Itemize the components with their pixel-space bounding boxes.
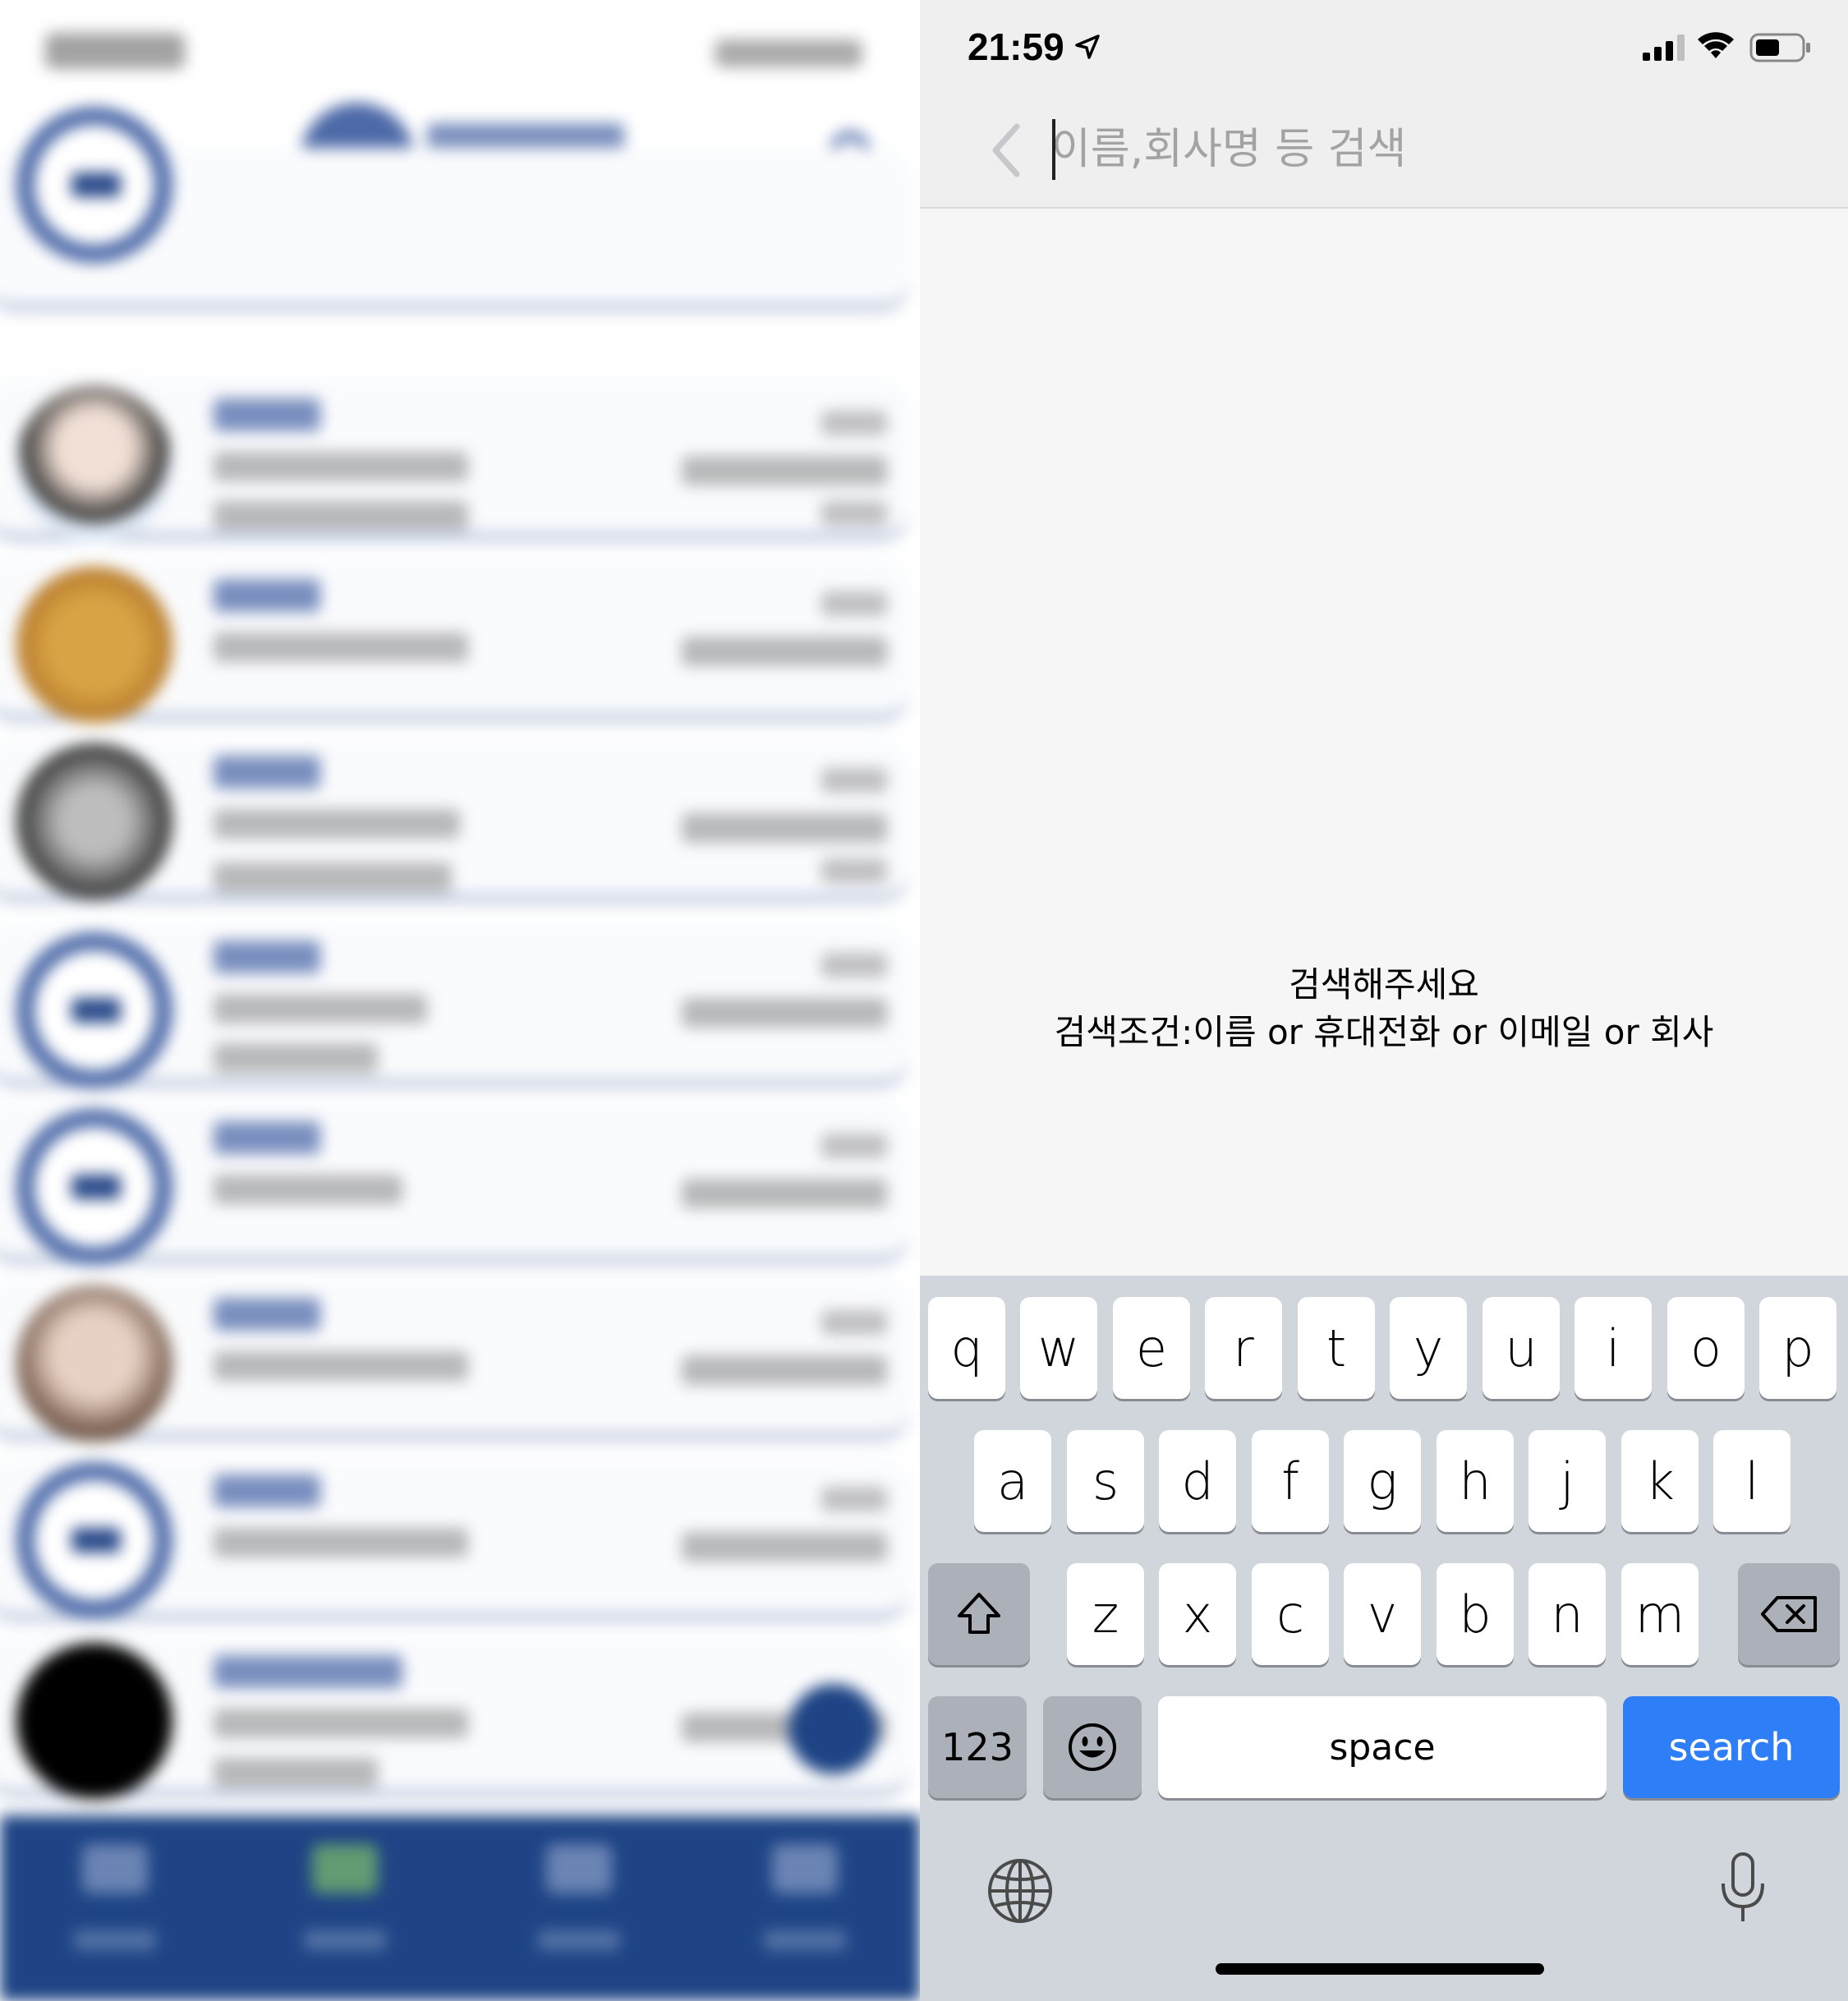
emoji-key[interactable] [1043,1696,1142,1798]
key-f[interactable]: f [1252,1430,1329,1532]
key-m[interactable]: m [1621,1563,1699,1665]
shift-key[interactable] [928,1563,1030,1665]
key-a[interactable]: a [974,1430,1051,1532]
status-time: 21:59 [968,25,1064,68]
key-l[interactable]: l [1713,1430,1791,1532]
search-key[interactable]: search [1623,1696,1840,1798]
add-fab-icon [788,1684,879,1774]
key-y[interactable]: y [1390,1297,1467,1399]
battery-icon [1749,33,1810,62]
key-e[interactable]: e [1113,1297,1190,1399]
key-k[interactable]: k [1621,1430,1699,1532]
shift-arrow-icon [958,1593,1000,1634]
key-u[interactable]: u [1483,1297,1560,1399]
search-input[interactable] [1051,117,1791,182]
location-arrow-icon [1075,34,1100,59]
space-key[interactable]: space [1158,1696,1607,1798]
search-header [920,99,1848,209]
emoji-icon [1069,1723,1116,1771]
key-n[interactable]: n [1529,1563,1606,1665]
key-j[interactable]: j [1529,1430,1606,1532]
backspace-key[interactable] [1738,1563,1840,1665]
key-s[interactable]: s [1067,1430,1144,1532]
backspace-icon [1761,1596,1817,1632]
numbers-key[interactable]: 123 [928,1696,1027,1798]
keyboard: q w e r t y u i o p a s d f g h j k l z … [920,1276,1848,2001]
empty-state-title: 검색해주세요 [1289,964,1479,1005]
microphone-icon[interactable] [1717,1851,1769,1926]
status-bar: 21:59 [920,0,1848,99]
empty-state: 검색해주세요 검색조건:이름 or 휴대전화 or 이메일 or 회사 [920,961,1848,1056]
key-q[interactable]: q [928,1297,1005,1399]
key-x[interactable]: x [1159,1563,1236,1665]
wifi-icon [1698,32,1734,58]
empty-state-hint: 검색조건:이름 or 휴대전화 or 이메일 or 회사 [1054,1012,1714,1052]
text-cursor [1052,119,1055,180]
home-indicator [1216,1963,1544,1975]
key-b[interactable]: b [1437,1563,1514,1665]
search-screen: 21:59 검색해주세요 검색조건:이름 or 휴대전화 or 이메 [920,0,1848,2001]
key-w[interactable]: w [1020,1297,1097,1399]
key-z[interactable]: z [1067,1563,1144,1665]
key-g[interactable]: g [1344,1430,1421,1532]
key-d[interactable]: d [1159,1430,1236,1532]
key-t[interactable]: t [1298,1297,1375,1399]
key-p[interactable]: p [1759,1297,1837,1399]
globe-icon[interactable] [986,1856,1055,1925]
cellular-signal-icon [1643,34,1685,61]
background-app-blurred [0,0,920,2001]
key-c[interactable]: c [1252,1563,1329,1665]
key-r[interactable]: r [1205,1297,1282,1399]
back-button[interactable] [986,122,1027,179]
key-o[interactable]: o [1667,1297,1745,1399]
key-h[interactable]: h [1437,1430,1514,1532]
key-v[interactable]: v [1344,1563,1421,1665]
key-i[interactable]: i [1574,1297,1652,1399]
